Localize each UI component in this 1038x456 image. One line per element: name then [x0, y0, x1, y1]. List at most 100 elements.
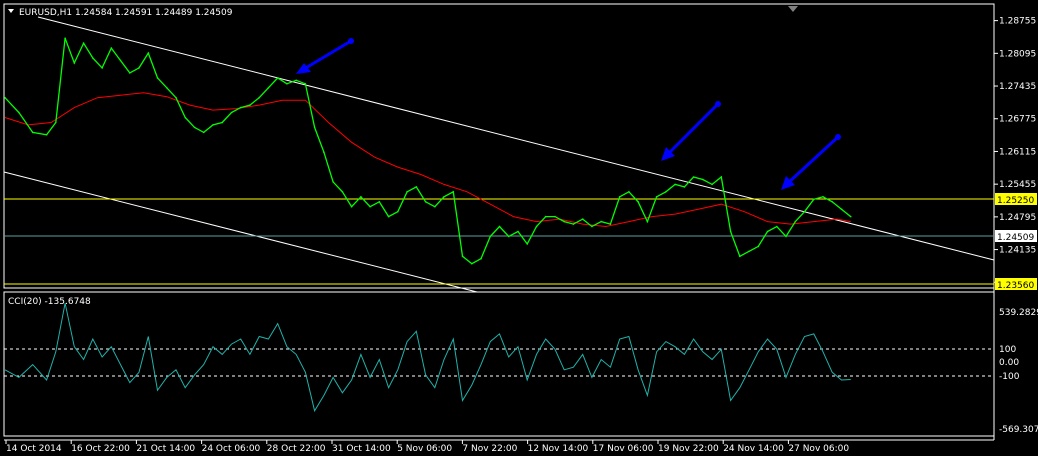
price-point	[757, 245, 760, 248]
price-point	[766, 230, 769, 233]
price-point	[452, 191, 455, 193]
price-point	[692, 176, 695, 178]
arrow-1-icon[interactable]	[303, 39, 352, 71]
price-point	[286, 83, 288, 85]
price-point	[202, 131, 205, 134]
main-header: EURUSD,H1 1.24584 1.24591 1.24489 1.2450…	[19, 8, 233, 18]
price-point	[480, 257, 482, 260]
price-point	[563, 220, 565, 223]
price-point	[101, 67, 103, 69]
time-axis-label: 27 Nov 06:00	[788, 444, 849, 454]
price-point	[31, 131, 34, 134]
price-point	[535, 225, 538, 228]
price-point	[794, 220, 797, 223]
time-axis-label: 14 Oct 2014	[6, 444, 62, 454]
price-point	[397, 210, 399, 213]
cci-axis-minus-100: -100	[999, 372, 1020, 382]
arrow-3-icon[interactable]	[786, 135, 840, 185]
price-point	[387, 215, 390, 218]
cci-axis-bottom: -569.3071	[999, 425, 1038, 435]
price-axis: 1.28755 1.28095 1.27435 1.26775 1.26115 1.254…	[994, 17, 1036, 288]
price-point	[267, 87, 270, 89]
price-point	[489, 235, 492, 238]
price-point	[175, 96, 177, 99]
price-point	[683, 186, 686, 188]
price-point	[341, 191, 344, 193]
ma-line	[4, 92, 851, 228]
symbol-menu-icon[interactable]	[8, 9, 14, 13]
price-point	[748, 250, 750, 253]
time-axis-label: 12 Nov 14:00	[528, 444, 589, 454]
price-point	[239, 106, 242, 109]
price-point	[628, 191, 630, 193]
price-point	[840, 208, 843, 210]
price-point	[637, 201, 639, 203]
price-point	[803, 210, 806, 213]
price-axis-label: 1.28095	[999, 49, 1036, 59]
price-point	[702, 178, 704, 181]
price-point	[258, 96, 261, 99]
channel-upper-line[interactable]	[37, 16, 995, 261]
price-point	[609, 223, 612, 225]
price-point	[813, 198, 815, 201]
price-point	[461, 255, 464, 258]
cci-axis-100: 100	[999, 345, 1016, 355]
channel-lower-line[interactable]	[3, 171, 478, 293]
price-point	[831, 201, 833, 203]
cci-series	[4, 303, 851, 413]
price-point	[184, 116, 186, 119]
annotation-arrows	[296, 38, 841, 190]
price-point	[221, 121, 223, 124]
price-point	[517, 230, 519, 233]
price-point	[92, 57, 94, 59]
price-point	[406, 191, 408, 193]
price-axis-label: 1.27435	[999, 82, 1036, 92]
price-point	[720, 176, 723, 178]
chart-shift-marker-icon[interactable]	[788, 6, 798, 12]
price-point	[138, 67, 140, 69]
price-point	[711, 183, 713, 186]
price-axis-label: 1.26775	[999, 115, 1036, 125]
price-point	[55, 121, 57, 124]
time-axis-label: 24 Nov 14:00	[723, 444, 784, 454]
price-point	[45, 134, 48, 136]
price-point	[18, 111, 20, 114]
price-axis-label: 1.24135	[999, 246, 1036, 256]
price-point	[129, 72, 131, 74]
price-point	[849, 215, 852, 218]
arrow-2-icon[interactable]	[666, 102, 720, 156]
price-point	[526, 243, 528, 245]
cci-axis-0: 0.00	[999, 358, 1019, 368]
price-line	[4, 37, 852, 265]
price-point	[665, 191, 667, 193]
price-point	[581, 218, 584, 220]
price-point	[434, 205, 436, 208]
price-point	[544, 215, 547, 218]
price-point	[119, 59, 122, 62]
price-point	[471, 262, 473, 265]
price-point	[64, 37, 66, 39]
price-point	[82, 42, 85, 44]
cci-axis-top: 539.2829	[999, 308, 1038, 318]
price-point	[424, 201, 427, 203]
time-axis-label: 28 Oct 22:00	[267, 444, 326, 454]
price-point	[304, 83, 307, 85]
price-point	[295, 79, 298, 82]
price-axis-label: 1.26115	[999, 147, 1036, 157]
price-point	[323, 151, 325, 153]
time-axis-label: 7 Nov 22:00	[462, 444, 517, 454]
current-tag: 1.24509	[997, 233, 1034, 243]
price-point	[785, 235, 787, 238]
time-axis-label: 19 Nov 22:00	[658, 444, 719, 454]
price-point	[591, 225, 593, 228]
price-point	[4, 96, 6, 99]
price-point	[600, 220, 602, 223]
price-point	[156, 77, 159, 79]
moving-average	[4, 92, 851, 228]
time-axis-label: 5 Nov 06:00	[397, 444, 452, 454]
price-point	[822, 196, 824, 198]
price-point	[166, 87, 168, 89]
arrow-3-anchor	[835, 134, 841, 140]
time-axis-label: 21 Oct 14:00	[136, 444, 195, 454]
price-axis-label: 1.24795	[999, 213, 1036, 223]
